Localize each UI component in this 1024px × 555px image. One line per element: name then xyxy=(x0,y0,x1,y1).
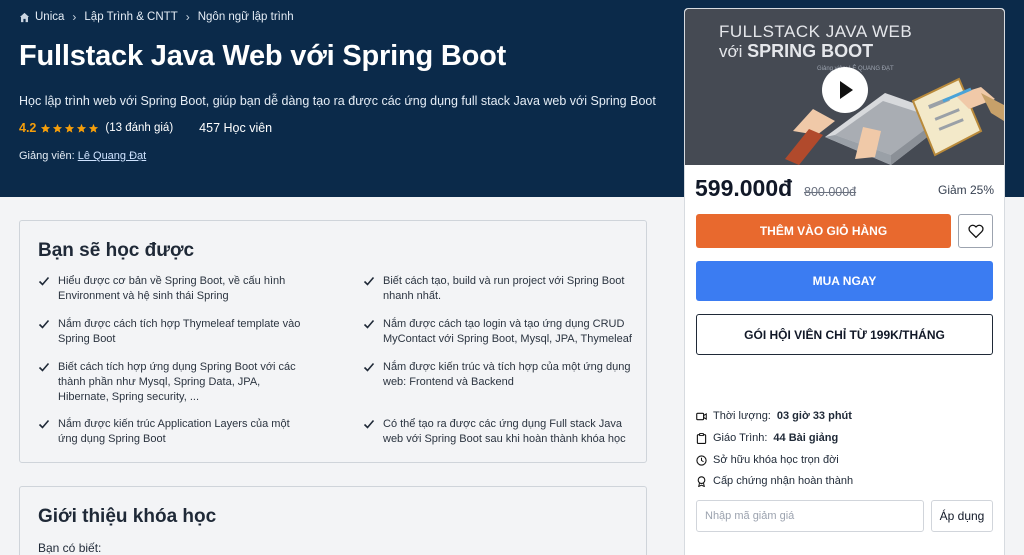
thumbnail-line-1: FULLSTACK JAVA WEB xyxy=(719,22,913,41)
learning-outcomes-title: Bạn sẽ học được xyxy=(38,240,195,261)
rating-count: (13 đánh giá) xyxy=(105,122,174,134)
breadcrumb-home[interactable]: Unica xyxy=(19,11,64,23)
breadcrumb-home-label: Unica xyxy=(35,11,65,23)
student-count: 457 Học viên xyxy=(199,121,273,135)
course-intro-subtitle: Bạn có biết: xyxy=(38,541,102,555)
check-icon xyxy=(38,276,50,286)
wishlist-button[interactable] xyxy=(958,214,993,248)
medal-icon xyxy=(697,475,706,487)
breadcrumb-category[interactable]: Lập Trình & CNTT xyxy=(84,11,177,23)
list-item: Nắm được kiến trúc Application Layers củ… xyxy=(38,417,308,447)
buy-now-button[interactable]: MUA NGAY xyxy=(696,261,993,301)
learning-outcomes: Bạn sẽ học được Hiểu được cơ bản về Spri… xyxy=(19,220,647,463)
list-item-text: Biết cách tạo, build và run project với … xyxy=(383,275,625,302)
heart-icon xyxy=(967,224,984,239)
list-item: Có thể tạo ra được các ứng dụng Full sta… xyxy=(363,417,633,447)
check-icon xyxy=(38,319,50,329)
list-item: Biết cách tạo, build và run project với … xyxy=(363,274,633,304)
list-item: Nắm được cách tạo login và tạo ứng dụng … xyxy=(363,317,633,347)
list-item: Biết cách tích hợp ứng dụng Spring Boot … xyxy=(38,360,308,405)
check-icon xyxy=(363,419,375,429)
list-item-text: Nắm được kiến trúc Application Layers củ… xyxy=(58,418,290,445)
check-icon xyxy=(38,419,50,429)
rating-score: 4.2 xyxy=(19,121,37,135)
instructor-line: Giảng viên: Lê Quang Đạt xyxy=(19,150,146,162)
play-icon xyxy=(840,81,853,99)
list-item: Hiểu được cơ bản về Spring Boot, về cấu … xyxy=(38,274,308,304)
video-icon xyxy=(696,412,707,420)
check-icon xyxy=(363,276,375,286)
course-subtitle: Học lập trình web với Spring Boot, giúp … xyxy=(19,94,656,108)
instructor-label: Giảng viên: xyxy=(19,150,75,162)
feature-curriculum: Giáo Trình: 44 Bài giảng xyxy=(696,432,838,444)
original-price: 800.000đ xyxy=(804,185,857,199)
feature-certificate: Cấp chứng nhận hoàn thành xyxy=(696,475,853,487)
chevron-right-icon: › xyxy=(185,10,190,24)
clock-icon xyxy=(696,454,707,466)
feature-duration-value: 03 giờ 33 phút xyxy=(776,410,852,422)
membership-button[interactable]: GÓI HỘI VIÊN CHỈ TỪ 199K/THÁNG xyxy=(696,314,993,355)
home-icon xyxy=(19,12,30,22)
list-item-text: Có thể tạo ra được các ứng dụng Full sta… xyxy=(383,418,626,445)
star-icon xyxy=(77,123,87,133)
feature-lifetime-text: Sở hữu khóa học trọn đời xyxy=(713,454,839,466)
rating-row: 4.2 (13 đánh giá) 457 Học viên xyxy=(19,121,272,135)
check-icon xyxy=(363,319,375,329)
check-icon xyxy=(38,362,50,372)
chevron-right-icon: › xyxy=(72,10,77,24)
feature-curriculum-value: 44 Bài giảng xyxy=(773,432,839,444)
play-button[interactable] xyxy=(822,67,868,113)
list-item-text: Biết cách tích hợp ứng dụng Spring Boot … xyxy=(58,361,296,403)
feature-lifetime: Sở hữu khóa học trọn đời xyxy=(696,454,839,466)
feature-curriculum-label: Giáo Trình: xyxy=(713,432,768,444)
thumbnail-line-2: với SPRING BOOT xyxy=(719,41,873,62)
list-item-text: Hiểu được cơ bản về Spring Boot, về cấu … xyxy=(58,275,286,302)
list-item: Nắm được cách tích hợp Thymeleaf templat… xyxy=(38,317,308,347)
instructor-link[interactable]: Lê Quang Đạt xyxy=(78,150,147,162)
course-intro-title: Giới thiệu khóa học xyxy=(38,506,217,527)
feature-duration: Thời lượng: 03 giờ 33 phút xyxy=(696,410,852,422)
coupon-input[interactable] xyxy=(696,500,924,532)
add-to-cart-button[interactable]: THÊM VÀO GIỎ HÀNG xyxy=(696,214,951,248)
thumbnail-line-2-bold: SPRING BOOT xyxy=(747,41,874,61)
check-icon xyxy=(363,362,375,372)
feature-duration-label: Thời lượng: xyxy=(713,410,771,422)
list-item-text: Nắm được cách tích hợp Thymeleaf templat… xyxy=(58,318,301,345)
course-title: Fullstack Java Web với Spring Boot xyxy=(19,40,507,72)
star-icon xyxy=(65,123,75,133)
thumbnail-line-2-prefix: với xyxy=(719,42,743,61)
course-thumbnail[interactable]: FULLSTACK JAVA WEB với SPRING BOOT Giảng… xyxy=(685,9,1004,165)
star-icon xyxy=(53,123,63,133)
clipboard-icon xyxy=(696,432,707,444)
rating-stars xyxy=(40,123,99,134)
current-price: 599.000đ xyxy=(695,175,793,201)
list-item: Nắm được kiến trúc và tích hợp của một ứ… xyxy=(363,360,633,390)
course-intro: Giới thiệu khóa học Bạn có biết: xyxy=(19,486,647,555)
breadcrumb-subcategory[interactable]: Ngôn ngữ lập trình xyxy=(198,11,294,23)
list-item-text: Nắm được cách tạo login và tạo ứng dụng … xyxy=(383,318,632,345)
list-item-text: Nắm được kiến trúc và tích hợp của một ứ… xyxy=(383,361,631,388)
breadcrumb: Unica › Lập Trình & CNTT › Ngôn ngữ lập … xyxy=(19,10,294,24)
star-icon xyxy=(89,123,99,133)
feature-certificate-text: Cấp chứng nhận hoàn thành xyxy=(713,475,854,487)
apply-coupon-button[interactable]: Áp dụng xyxy=(931,500,993,532)
star-icon xyxy=(41,123,51,133)
discount-badge: Giảm 25% xyxy=(938,183,995,197)
